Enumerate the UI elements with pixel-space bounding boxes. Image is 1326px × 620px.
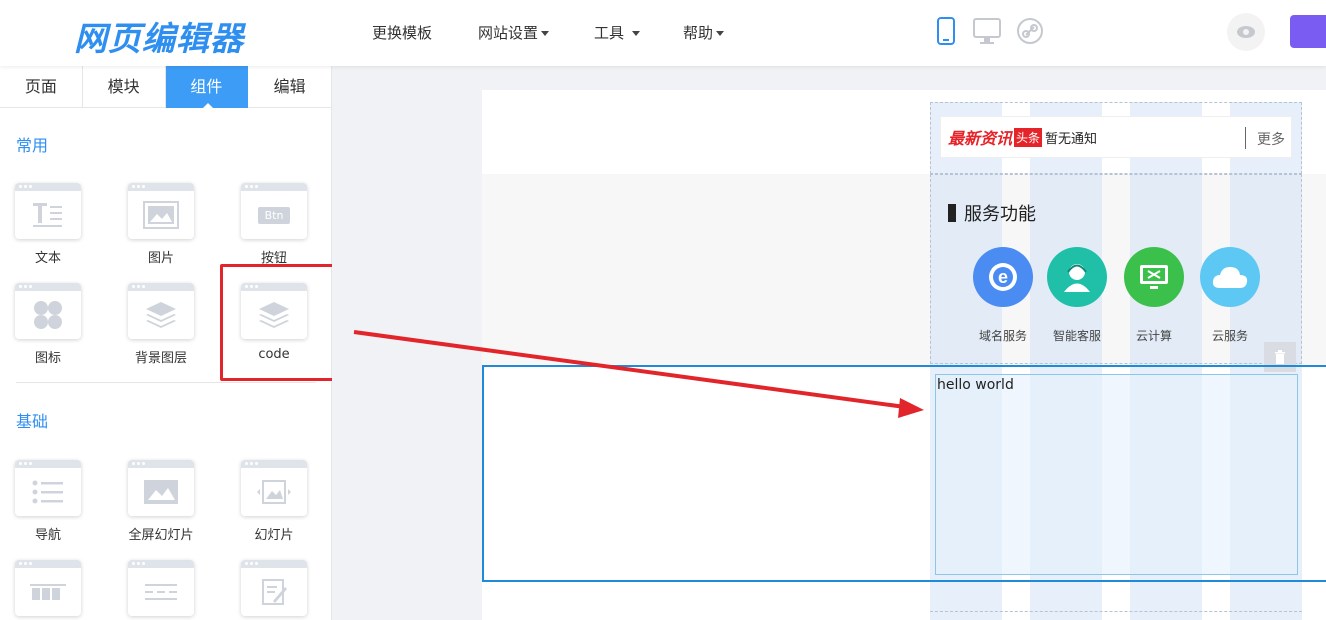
menu-change-template[interactable]: 更换模板 [372,22,432,43]
tab-module[interactable]: 模块 [83,66,166,108]
component-label: 背景图层 [134,351,187,366]
component-panel: 页面 模块 组件 编辑 常用 文本 图片 Btn 按钮 图标 背景图层 code [0,66,338,620]
services-title: 服务功能 [948,200,1036,226]
caret-down-icon [541,31,550,36]
menu-help[interactable]: 帮助 [683,22,725,43]
service-name: 智能客服 [1052,329,1101,343]
publish-button[interactable] [1290,15,1326,48]
menu-label: 网站设置 [478,24,539,42]
service-compute[interactable]: 云计算 [1119,247,1189,344]
component-form[interactable] [241,560,307,616]
menu-label: 帮助 [683,24,714,42]
grid-icon [15,291,81,339]
logo: 网页编辑器 [74,19,244,58]
component-nav[interactable]: 导航 [15,460,81,543]
service-support[interactable]: 智能客服 [1042,247,1112,344]
button-icon: Btn [257,206,291,224]
component-background-layer[interactable]: 背景图层 [128,283,194,366]
news-badge: 头条 [1014,127,1043,147]
highlight-annotation [220,264,338,381]
tab-page[interactable]: 页面 [0,66,83,108]
image-icon [128,468,194,516]
component-label: 文本 [34,251,61,266]
trash-icon [1275,350,1285,364]
tab-edit[interactable]: 编辑 [248,66,331,108]
monitor-icon [1124,247,1184,307]
browser-icon: e [973,247,1033,307]
section-divider [16,382,316,383]
svg-text:e: e [998,267,1008,287]
component-slider[interactable]: 幻灯片 [241,460,307,543]
text-icon [15,191,81,239]
list-icon [15,468,81,516]
menu-label: 工具 [594,24,625,42]
link-icon[interactable] [1015,16,1045,50]
service-name: 云计算 [1135,329,1172,343]
news-brand: 最新资讯 [948,129,1013,148]
component-label: 全屏幻灯片 [128,528,194,543]
service-name: 域名服务 [978,329,1027,343]
component-button[interactable]: Btn 按钮 [241,183,307,266]
top-bar: 网页编辑器 更换模板 网站设置 工具 帮助 [0,0,1326,66]
component-label: 幻灯片 [254,528,294,543]
news-text: 暂无通知 [1045,131,1098,147]
component-icon[interactable]: 图标 [15,283,81,366]
slider-icon [241,468,307,516]
news-ticker: 最新资讯 头条 暂无通知 更多 [940,116,1292,158]
service-domain[interactable]: e 域名服务 [968,247,1038,344]
component-label: 导航 [34,528,61,543]
agent-icon [1047,247,1107,307]
component-gallery[interactable] [15,560,81,616]
menu-label: 更换模板 [372,24,433,42]
layers-icon [128,291,194,339]
news-separator [1245,127,1246,149]
lines-icon [128,568,194,616]
news-more-link[interactable]: 更多 [1257,129,1285,149]
section-title-common: 常用 [16,136,49,155]
menu-site-settings[interactable]: 网站设置 [478,22,550,43]
component-label: 图片 [147,251,174,266]
component-fullscreen-slider[interactable]: 全屏幻灯片 [128,460,194,543]
component-label: 图标 [34,351,61,366]
service-name: 云服务 [1211,329,1248,343]
component-text[interactable]: 文本 [15,183,81,266]
module-outline [930,611,1302,613]
preview-button[interactable] [1227,13,1265,51]
image-icon [128,191,194,239]
services-title-text: 服务功能 [964,204,1036,225]
tab-components[interactable]: 组件 [165,66,249,109]
section-title-basic: 基础 [16,412,49,431]
service-cloud[interactable]: 云服务 [1195,247,1265,344]
caret-down-icon [716,31,725,36]
title-marker [948,204,956,222]
edit-icon [241,568,307,616]
desktop-icon[interactable] [972,16,1002,50]
eye-icon [1237,26,1255,38]
component-image[interactable]: 图片 [128,183,194,266]
menu-tools[interactable]: 工具 [594,22,640,43]
editor-canvas: 最新资讯 头条 暂无通知 更多 服务功能 e 域名服务 智能客服 云计算 云服务… [332,66,1326,620]
gallery-icon [15,568,81,616]
component-divider[interactable] [128,560,194,616]
mobile-icon[interactable] [936,16,956,50]
cloud-icon [1200,247,1260,307]
drop-target-row[interactable] [482,365,1326,582]
panel-tabs: 页面 模块 组件 编辑 [0,66,331,109]
caret-down-icon [631,31,640,36]
